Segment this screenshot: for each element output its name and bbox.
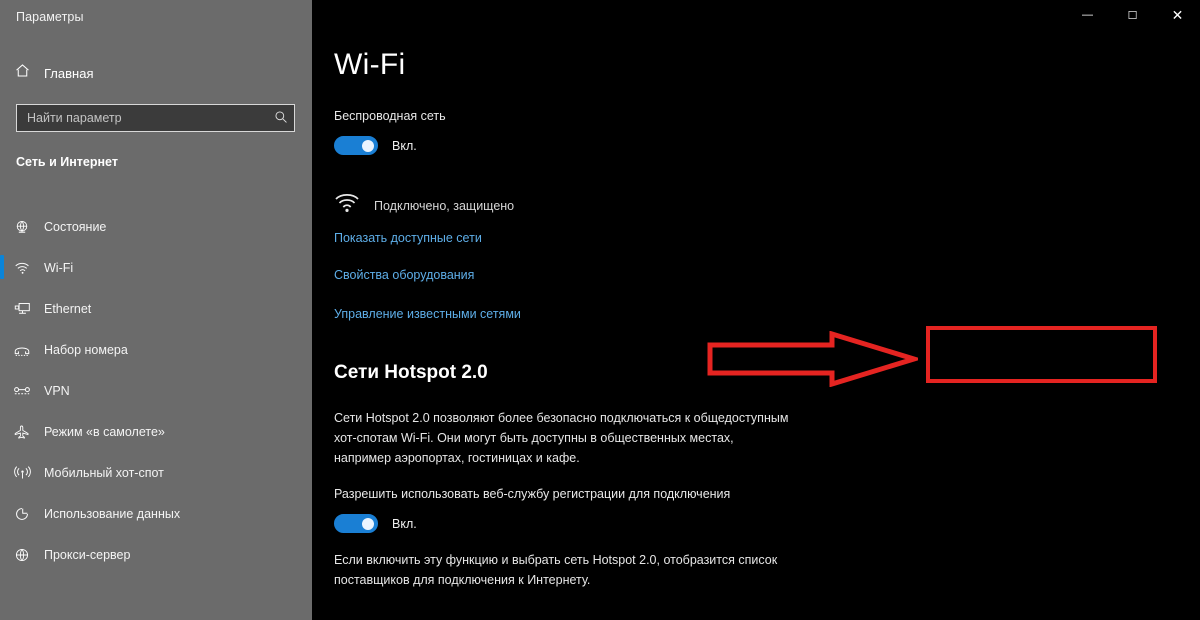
settings-window: Параметры Главная Сеть и Интернет (0, 0, 1200, 620)
main-content: — ☐ ✕ Wi-Fi Беспроводная сеть Вкл. Подкл… (312, 0, 1200, 620)
left-sidebar: Параметры Главная Сеть и Интернет (0, 0, 312, 620)
sidebar-item-label: VPN (44, 383, 70, 398)
sidebar-item-label: Ethernet (44, 301, 92, 316)
wifi-connection-status: Подключено, защищено (334, 192, 514, 219)
link-show-available-networks[interactable]: Показать доступные сети (334, 231, 482, 245)
maximize-button[interactable]: ☐ (1110, 0, 1155, 30)
search-icon[interactable] (268, 110, 294, 127)
hotspot-icon (0, 465, 44, 481)
home-icon (0, 62, 44, 84)
vpn-icon (0, 384, 44, 398)
sidebar-item-proxy[interactable]: Прокси-сервер (0, 534, 312, 575)
hotspot-section-title: Сети Hotspot 2.0 (334, 362, 488, 383)
sidebar-item-airplane-mode[interactable]: Режим «в самолете» (0, 411, 312, 452)
sidebar-item-wifi[interactable]: Wi-Fi (0, 247, 312, 288)
wireless-toggle-row: Вкл. (334, 136, 417, 155)
wifi-signal-icon (334, 192, 360, 219)
search-input[interactable] (17, 111, 268, 125)
sidebar-nav-list: Состояние Wi-Fi Ethernet Набор номера VP… (0, 206, 312, 575)
wireless-network-toggle[interactable] (334, 136, 378, 155)
hotspot-description: Сети Hotspot 2.0 позволяют более безопас… (334, 411, 789, 465)
sidebar-item-home-label: Главная (44, 65, 94, 81)
close-button[interactable]: ✕ (1155, 0, 1200, 30)
hotspot-webservice-toggle[interactable] (334, 514, 378, 533)
hotspot-footnote: Если включить эту функцию и выбрать сеть… (334, 553, 778, 587)
sidebar-item-label: Мобильный хот-спот (44, 465, 164, 480)
toggle-knob (362, 518, 374, 530)
sidebar-section-title: Сеть и Интернет (16, 155, 118, 169)
globe-status-icon (0, 219, 44, 235)
sidebar-item-label: Состояние (44, 219, 107, 234)
window-titlebar[interactable]: Параметры (0, 0, 312, 34)
sidebar-item-label: Wi-Fi (44, 260, 74, 275)
selection-indicator (0, 255, 4, 279)
window-controls: — ☐ ✕ (1065, 0, 1200, 30)
wifi-icon (0, 261, 44, 275)
sidebar-item-mobile-hotspot[interactable]: Мобильный хот-спот (0, 452, 312, 493)
hotspot-toggle-row: Вкл. (334, 514, 417, 533)
sidebar-item-status[interactable]: Состояние (0, 206, 312, 247)
sidebar-item-data-usage[interactable]: Использование данных (0, 493, 312, 534)
sidebar-item-ethernet[interactable]: Ethernet (0, 288, 312, 329)
sidebar-item-home[interactable]: Главная (0, 57, 312, 89)
hotspot-option-label: Разрешить использовать веб-службу регист… (334, 487, 731, 501)
search-box[interactable] (16, 104, 295, 132)
minimize-button[interactable]: — (1065, 0, 1110, 30)
sidebar-item-dialup[interactable]: Набор номера (0, 329, 312, 370)
link-hardware-properties[interactable]: Свойства оборудования (334, 268, 474, 282)
wireless-toggle-state: Вкл. (392, 138, 417, 153)
wifi-status-text: Подключено, защищено (374, 198, 515, 213)
hotspot-toggle-state: Вкл. (392, 516, 417, 531)
window-title: Параметры (16, 10, 84, 24)
page-title: Wi-Fi (334, 48, 406, 81)
wireless-network-label: Беспроводная сеть (334, 109, 446, 123)
data-usage-icon (0, 506, 44, 522)
sidebar-item-label: Набор номера (44, 342, 128, 357)
proxy-globe-icon (0, 547, 44, 563)
sidebar-item-label: Режим «в самолете» (44, 424, 165, 439)
sidebar-item-vpn[interactable]: VPN (0, 370, 312, 411)
ethernet-icon (0, 301, 44, 317)
link-manage-known-networks[interactable]: Управление известными сетями (334, 307, 521, 321)
sidebar-item-label: Прокси-сервер (44, 547, 131, 562)
airplane-icon (0, 424, 44, 440)
dialup-phone-icon (0, 343, 44, 357)
sidebar-item-label: Использование данных (44, 506, 181, 521)
toggle-knob (362, 140, 374, 152)
